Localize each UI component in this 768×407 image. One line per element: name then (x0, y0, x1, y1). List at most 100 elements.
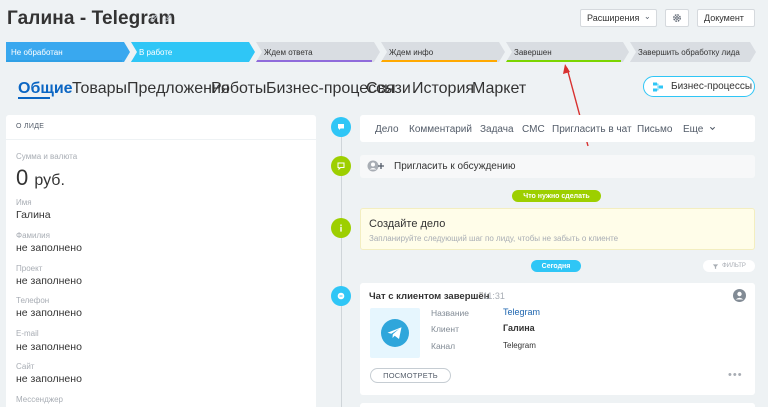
stage-6[interactable]: Завершить обработку лида (630, 42, 756, 62)
edit-icon[interactable] (149, 13, 159, 23)
timeline-card-next (360, 403, 755, 407)
telegram-icon (381, 319, 409, 347)
field-label: Сумма и валюта (16, 152, 78, 161)
menu-item-sms[interactable]: СМС (522, 124, 545, 135)
menu-item-invite-chat[interactable]: Пригласить в чат (552, 124, 632, 135)
lead-stages: Не обработан В работе Ждем ответа Ждем инфо… (6, 42, 756, 62)
channel-value: Telegram (503, 341, 536, 350)
menu-item-comment[interactable]: Комментарий (409, 124, 472, 135)
create-task-hint: Запланируйте следующий шаг по лиду, чтоб… (369, 234, 619, 243)
chat-event-icon (331, 286, 351, 306)
activity-menu: Дело Комментарий Задача СМС Пригласить в… (360, 115, 755, 142)
info-icon (331, 218, 351, 238)
filter-icon (712, 263, 719, 269)
business-process-icon (653, 82, 663, 91)
field-label: Фамилия (16, 231, 50, 240)
field-label: Телефон (16, 296, 50, 305)
chat-title: Чат с клиентом завершён (369, 291, 490, 302)
client-name: Галина (503, 323, 535, 333)
field-value-phone[interactable]: не заполнено (16, 307, 82, 319)
stage-5[interactable]: Завершен (506, 42, 629, 62)
tab-market[interactable]: Маркет (472, 80, 526, 98)
field-value-lastname[interactable]: не заполнено (16, 242, 82, 254)
user-avatar-icon[interactable] (733, 289, 746, 302)
chat-name-link[interactable]: Telegram (503, 307, 540, 317)
row-label: Название (431, 308, 469, 318)
menu-item-more[interactable]: Еще (683, 124, 716, 135)
stage-3[interactable]: Ждем ответа (256, 42, 380, 62)
field-label: E-mail (16, 329, 39, 338)
business-processes-button[interactable]: Бизнес-процессы (643, 76, 755, 97)
field-label: Имя (16, 198, 32, 207)
tab-products[interactable]: Товары (72, 80, 127, 98)
stage-label: Ждем инфо (389, 47, 434, 57)
menu-item-task[interactable]: Задача (480, 124, 514, 135)
stage-color-bar (256, 60, 372, 62)
stage-label: Завершен (514, 47, 552, 57)
more-options-icon[interactable]: ••• (728, 369, 743, 381)
document-label: Документ (704, 13, 744, 23)
lead-details-panel: О ЛИДЕ Сумма и валюта 0 руб. Имя Галина … (6, 115, 316, 407)
view-button[interactable]: ПОСМОТРЕТЬ (370, 368, 451, 383)
telegram-logo (370, 308, 420, 358)
active-tab-indicator (18, 97, 50, 99)
tab-robots[interactable]: Роботы (211, 80, 266, 98)
field-label: Проект (16, 264, 43, 273)
discussion-icon (331, 156, 351, 176)
chat-bubble-icon (337, 292, 345, 300)
tab-general[interactable]: Общие (18, 80, 73, 98)
extensions-dropdown[interactable]: Расширения (580, 9, 657, 27)
business-processes-label: Бизнес-процессы (671, 81, 753, 92)
chevron-down-icon (645, 16, 650, 20)
extensions-label: Расширения (587, 13, 640, 23)
stage-color-bar (381, 60, 497, 62)
todo-pill: Что нужно сделать (512, 190, 601, 202)
chat-bubble-icon (338, 124, 344, 130)
field-label: Мессенджер (16, 395, 63, 404)
row-label: Канал (431, 341, 456, 351)
row-label: Клиент (431, 324, 459, 334)
invite-label: Пригласить к обсуждению (394, 161, 516, 172)
chat-bubble-icon (337, 162, 345, 171)
info-i-icon (340, 224, 342, 232)
stage-color-bar (630, 60, 748, 62)
menu-item-task-case[interactable]: Дело (375, 124, 399, 135)
stage-color-bar (131, 60, 247, 62)
chevron-down-icon (710, 126, 716, 131)
tab-history[interactable]: История (412, 80, 474, 98)
menu-item-email[interactable]: Письмо (637, 124, 672, 135)
document-dropdown[interactable]: Документ (697, 9, 755, 27)
gear-icon (673, 14, 681, 22)
field-value-project[interactable]: не заполнено (16, 275, 82, 287)
invite-to-discussion[interactable]: Пригласить к обсуждению (360, 155, 755, 178)
more-label: Еще (683, 124, 704, 135)
amount-value[interactable]: 0 руб. (16, 165, 65, 191)
stage-2[interactable]: В работе (131, 42, 255, 62)
add-user-icon (367, 160, 384, 172)
field-label: Сайт (16, 362, 35, 371)
stage-4[interactable]: Ждем инфо (381, 42, 505, 62)
page-header: Галина - Telegram Расширения Документ (0, 0, 768, 36)
link-icon[interactable] (163, 13, 173, 23)
field-value-site[interactable]: не заполнено (16, 373, 82, 385)
tab-links[interactable]: Связи (366, 80, 411, 98)
create-task-card[interactable]: Создайте дело Запланируйте следующий шаг… (360, 208, 755, 250)
currency: руб. (34, 172, 65, 189)
chat-finished-card: Чат с клиентом завершён 11:31 Название T… (360, 283, 755, 395)
filter-button[interactable]: ФИЛЬТР (703, 260, 755, 272)
field-value-name[interactable]: Галина (16, 209, 51, 221)
title-actions (149, 13, 173, 23)
today-pill: Сегодня (531, 260, 581, 272)
settings-button[interactable] (665, 9, 689, 27)
section-title: О ЛИДЕ (16, 123, 45, 130)
amount-number: 0 (16, 165, 29, 190)
create-task-title: Создайте дело (369, 218, 446, 230)
stage-label: Не обработан (11, 47, 63, 57)
stage-1[interactable]: Не обработан (6, 42, 130, 62)
stage-label: Завершить обработку лида (638, 47, 740, 57)
stage-color-bar (6, 60, 122, 62)
field-value-email[interactable]: не заполнено (16, 341, 82, 353)
stage-label: Ждем ответа (264, 47, 313, 57)
stage-label: В работе (139, 47, 173, 57)
filter-label: ФИЛЬТР (722, 263, 746, 269)
